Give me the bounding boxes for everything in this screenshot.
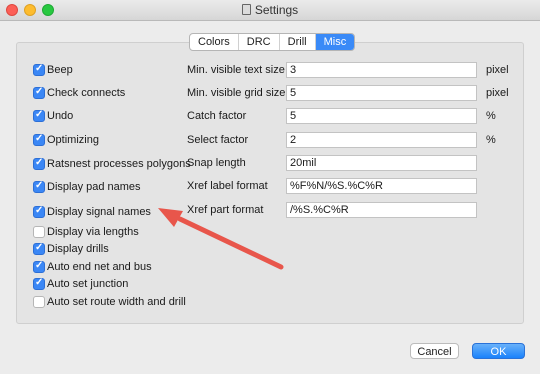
unit-label: pixel [486,64,509,76]
checkbox-display-via-lengths[interactable]: Display via lengths [33,225,139,239]
checkbox-label: Undo [47,110,74,122]
checkbox-auto-set-route-width[interactable]: Auto set route width and drill [33,295,186,309]
cancel-button[interactable]: Cancel [410,343,459,359]
field-label-select-factor: Select factor [187,134,249,146]
checkbox-box[interactable] [33,109,45,122]
checkbox-label: Optimizing [47,134,99,146]
checkbox-label: Auto set junction [47,278,129,290]
checkbox-box[interactable] [33,157,45,170]
xref-part-format-input[interactable]: /%S.%C%R [286,202,477,218]
tab-bar: Colors DRC Drill Misc [189,33,356,51]
checkbox-box[interactable] [33,296,45,308]
tab-colors[interactable]: Colors [190,34,239,50]
checkbox-box[interactable] [33,260,45,273]
checkbox-box[interactable] [33,133,45,146]
checkbox-display-pad-names[interactable]: Display pad names [33,180,141,194]
unit-label: % [486,134,496,146]
min-visible-text-size-input[interactable]: 3 [286,62,477,78]
checkbox-label: Check connects [47,87,126,99]
checkbox-box[interactable] [33,205,45,218]
catch-factor-input[interactable]: 5 [286,108,477,124]
checkbox-label: Display via lengths [47,226,139,238]
checkbox-check-connects[interactable]: Check connects [33,86,125,100]
checkbox-auto-set-junction[interactable]: Auto set junction [33,277,128,291]
checkbox-box[interactable] [33,226,45,238]
field-label-catch-factor: Catch factor [187,110,247,122]
checkbox-label: Beep [47,64,73,76]
document-icon [241,4,251,15]
field-label-xref-label-format: Xref label format [187,180,268,192]
checkbox-beep[interactable]: Beep [33,63,73,77]
unit-label: % [486,110,496,122]
checkbox-box[interactable] [33,180,45,193]
checkbox-label: Auto end net and bus [47,261,152,273]
checkbox-box[interactable] [33,63,45,76]
min-visible-grid-size-input[interactable]: 5 [286,85,477,101]
window-title-area: Settings [0,3,540,17]
tab-misc[interactable]: Misc [315,34,355,50]
checkbox-undo[interactable]: Undo [33,109,73,123]
checkbox-label: Auto set route width and drill [47,296,186,308]
checkbox-display-signal-names[interactable]: Display signal names [33,205,151,219]
select-factor-input[interactable]: 2 [286,132,477,148]
settings-window: Settings Colors DRC Drill Misc Beep Chec… [0,0,540,374]
unit-label: pixel [486,87,509,99]
checkbox-box[interactable] [33,242,45,255]
snap-length-input[interactable]: 20mil [286,155,477,171]
checkbox-optimizing[interactable]: Optimizing [33,133,99,147]
checkbox-ratsnest-polygons[interactable]: Ratsnest processes polygons [33,157,191,171]
field-label-xref-part-format: Xref part format [187,204,264,216]
checkbox-label: Display signal names [47,206,151,218]
checkbox-box[interactable] [33,277,45,290]
tab-drill[interactable]: Drill [280,34,316,50]
checkbox-auto-end-net-bus[interactable]: Auto end net and bus [33,260,152,274]
checkbox-box[interactable] [33,86,45,99]
field-label-snap-length: Snap length [187,157,246,169]
ok-button[interactable]: OK [472,343,525,359]
field-label-min-grid-size: Min. visible grid size [187,87,286,99]
window-title: Settings [254,3,299,17]
checkbox-label: Ratsnest processes polygons [47,158,191,170]
title-bar: Settings [0,0,540,21]
xref-label-format-input[interactable]: %F%N/%S.%C%R [286,178,477,194]
tab-drc[interactable]: DRC [239,34,280,50]
checkbox-label: Display pad names [47,181,141,193]
checkbox-label: Display drills [47,243,109,255]
field-label-min-text-size: Min. visible text size [187,64,285,76]
checkbox-display-drills[interactable]: Display drills [33,242,109,256]
